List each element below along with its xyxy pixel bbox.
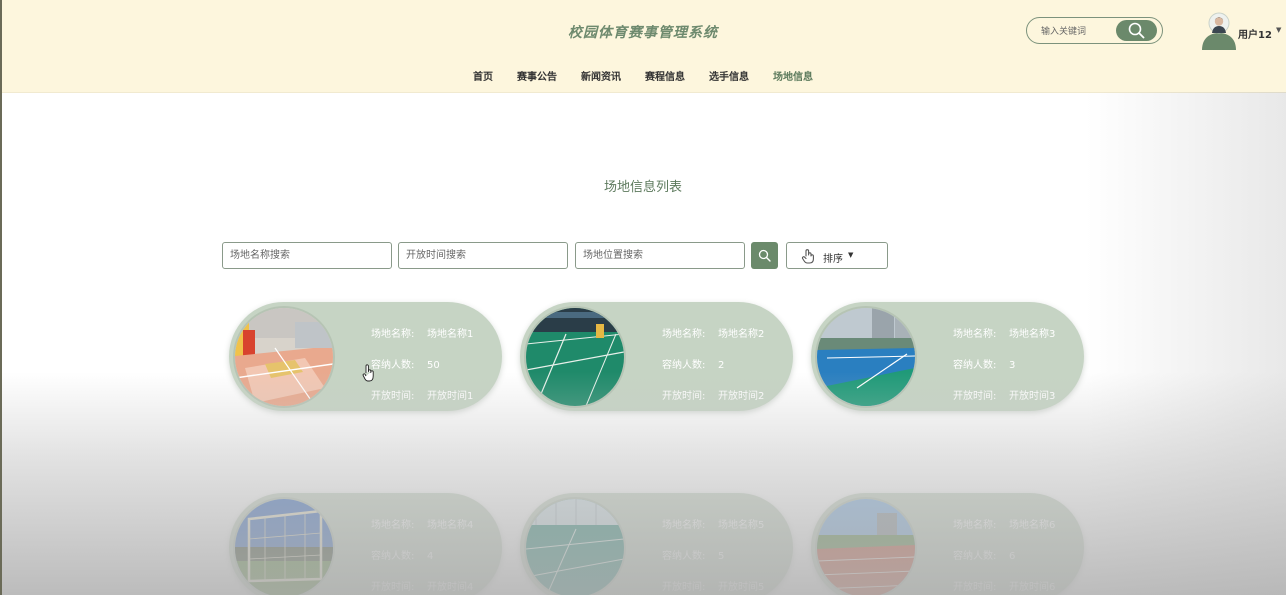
- venue-name-row: 场地名称: 场地名称4: [371, 520, 474, 531]
- venue-capacity: 50: [427, 360, 440, 371]
- venue-name: 场地名称2: [718, 329, 765, 340]
- venue-name: 场地名称1: [427, 329, 474, 340]
- nav-news[interactable]: 新闻资讯: [581, 68, 621, 83]
- mouse-pointer-icon: [362, 364, 376, 386]
- running-track-image: [817, 499, 915, 595]
- page-title: 场地信息列表: [603, 180, 682, 195]
- soccer-goal-image: [235, 499, 333, 595]
- venue-capacity: 5: [718, 551, 725, 562]
- venue-name: 场地名称4: [427, 520, 474, 531]
- hand-pointer-icon: [801, 249, 814, 264]
- venue-capacity-row: 容纳人数: 6: [953, 551, 1016, 562]
- venue-name: 场地名称6: [1009, 520, 1056, 531]
- venue-open-time: 开放时间6: [1009, 582, 1056, 593]
- header-search: [1026, 17, 1163, 44]
- venue-open-time: 开放时间1: [427, 391, 474, 402]
- side-shadow-overlay: [1086, 92, 1286, 595]
- chevron-down-icon: ▼: [848, 251, 854, 259]
- venue-name: 场地名称5: [718, 520, 765, 531]
- venue-open-time: 开放时间2: [718, 391, 765, 402]
- user-menu-caret-icon[interactable]: ▼: [1276, 26, 1281, 34]
- tennis-court-image: [817, 308, 915, 406]
- location-search-input[interactable]: [575, 242, 745, 269]
- venue-open-time-row: 开放时间: 开放时间5: [662, 582, 765, 593]
- sort-label: 排序: [823, 254, 843, 265]
- filter-search-button[interactable]: [751, 242, 778, 269]
- venue-capacity-row: 容纳人数: 5: [662, 551, 725, 562]
- venue-capacity-row: 容纳人数: 50: [371, 360, 440, 371]
- window-edge: [0, 0, 2, 595]
- search-icon: [1128, 22, 1145, 39]
- venue-open-time: 开放时间4: [427, 582, 474, 593]
- nav-home[interactable]: 首页: [473, 68, 493, 83]
- indoor-hall-image: [526, 499, 624, 595]
- venue-card[interactable]: 场地名称: 场地名称3 容纳人数: 3 开放时间: 开放时间3: [811, 302, 1084, 411]
- header: 校园体育赛事管理系统 首页 赛事公告 新闻资讯 赛程信息 选手信息 场地信息 输…: [0, 0, 1286, 93]
- venue-capacity: 2: [718, 360, 725, 371]
- venue-open-time: 开放时间3: [1009, 391, 1056, 402]
- page: 校园体育赛事管理系统 首页 赛事公告 新闻资讯 赛程信息 选手信息 场地信息 输…: [0, 0, 1286, 595]
- venue-card[interactable]: 场地名称: 场地名称1 容纳人数: 50 开放时间: 开放时间1: [229, 302, 502, 411]
- indoor-court-image: [235, 308, 333, 406]
- user-avatar-icon: [1202, 12, 1236, 50]
- venue-open-time-row: 开放时间: 开放时间4: [371, 582, 474, 593]
- venue-open-time-row: 开放时间: 开放时间1: [371, 391, 474, 402]
- venue-card[interactable]: 场地名称: 场地名称4 容纳人数: 4 开放时间: 开放时间4: [229, 493, 502, 595]
- nav-announcements[interactable]: 赛事公告: [517, 68, 557, 83]
- venue-capacity: 4: [427, 551, 434, 562]
- nav-venues[interactable]: 场地信息: [773, 68, 813, 83]
- header-search-button[interactable]: [1116, 20, 1157, 41]
- venue-capacity-row: 容纳人数: 4: [371, 551, 434, 562]
- open-time-search-input[interactable]: [398, 242, 568, 269]
- badminton-court-image: [526, 308, 624, 406]
- venue-image: [815, 306, 917, 408]
- venue-image: [815, 497, 917, 595]
- main-nav: 首页 赛事公告 新闻资讯 赛程信息 选手信息 场地信息: [0, 68, 1286, 83]
- venue-image: [524, 306, 626, 408]
- venue-name-search-input[interactable]: [222, 242, 392, 269]
- nav-schedule[interactable]: 赛程信息: [645, 68, 685, 83]
- venue-capacity-row: 容纳人数: 3: [953, 360, 1016, 371]
- venue-open-time-row: 开放时间: 开放时间6: [953, 582, 1056, 593]
- venue-open-time-row: 开放时间: 开放时间3: [953, 391, 1056, 402]
- venue-card[interactable]: 场地名称: 场地名称2 容纳人数: 2 开放时间: 开放时间2: [520, 302, 793, 411]
- search-icon: [758, 249, 771, 262]
- venue-name-row: 场地名称: 场地名称6: [953, 520, 1056, 531]
- venue-capacity-row: 容纳人数: 2: [662, 360, 725, 371]
- sort-button[interactable]: 排序 ▼: [786, 242, 888, 269]
- header-search-input[interactable]: [1039, 23, 1119, 41]
- venue-capacity: 3: [1009, 360, 1016, 371]
- venue-name-row: 场地名称: 场地名称5: [662, 520, 765, 531]
- venue-open-time: 开放时间5: [718, 582, 765, 593]
- venue-card[interactable]: 场地名称: 场地名称6 容纳人数: 6 开放时间: 开放时间6: [811, 493, 1084, 595]
- nav-players[interactable]: 选手信息: [709, 68, 749, 83]
- venue-image: [233, 306, 335, 408]
- venue-name-row: 场地名称: 场地名称3: [953, 329, 1056, 340]
- avatar[interactable]: [1201, 12, 1237, 50]
- venue-card[interactable]: 场地名称: 场地名称5 容纳人数: 5 开放时间: 开放时间5: [520, 493, 793, 595]
- venue-image: [233, 497, 335, 595]
- venue-name-row: 场地名称: 场地名称2: [662, 329, 765, 340]
- venue-name: 场地名称3: [1009, 329, 1056, 340]
- venue-name-row: 场地名称: 场地名称1: [371, 329, 474, 340]
- user-name[interactable]: 用户12: [1238, 26, 1272, 41]
- venue-image: [524, 497, 626, 595]
- venue-capacity: 6: [1009, 551, 1016, 562]
- venue-open-time-row: 开放时间: 开放时间2: [662, 391, 765, 402]
